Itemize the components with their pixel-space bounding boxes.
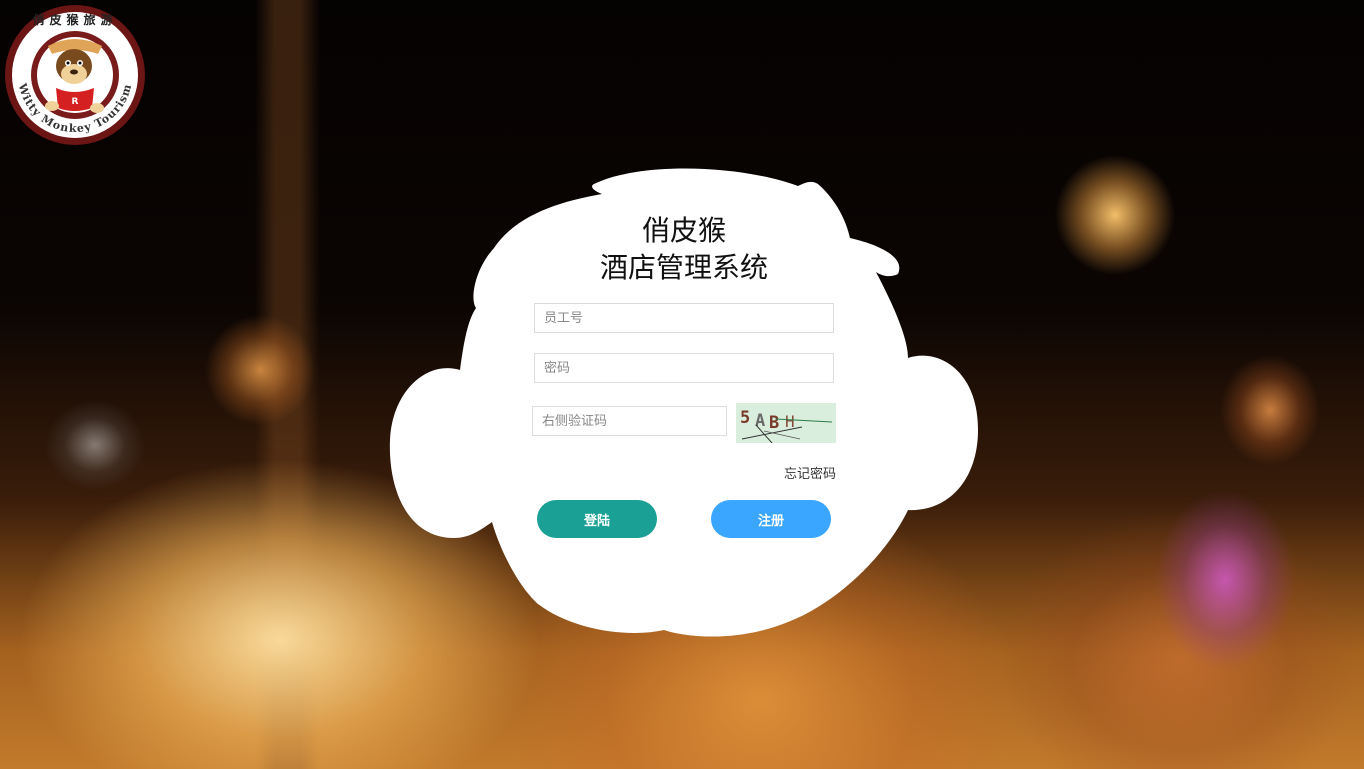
- captcha-char-1: 5: [740, 408, 750, 428]
- witty-monkey-tourism-logo: 俏皮猴旅游 Witty Monkey Tourism R: [5, 5, 145, 145]
- captcha-char-4: H: [785, 412, 795, 431]
- title-line-brand: 俏皮猴: [641, 214, 726, 247]
- captcha-char-2: A: [755, 411, 765, 431]
- page-title: 俏皮猴 酒店管理系统: [520, 212, 848, 286]
- logo-top-text: 俏皮猴旅游: [32, 12, 117, 27]
- captcha-char-3: B: [769, 413, 779, 433]
- logo-badge-letter: R: [72, 97, 79, 107]
- login-button[interactable]: 登陆: [537, 500, 657, 538]
- employee-id-input[interactable]: [534, 303, 834, 333]
- captcha-input[interactable]: [532, 406, 727, 436]
- register-button[interactable]: 注册: [711, 500, 831, 538]
- captcha-image[interactable]: 5 A B H: [736, 403, 836, 443]
- title-line-system: 酒店管理系统: [599, 251, 768, 284]
- password-input[interactable]: [534, 353, 834, 383]
- forgot-password-link[interactable]: 忘记密码: [760, 463, 836, 482]
